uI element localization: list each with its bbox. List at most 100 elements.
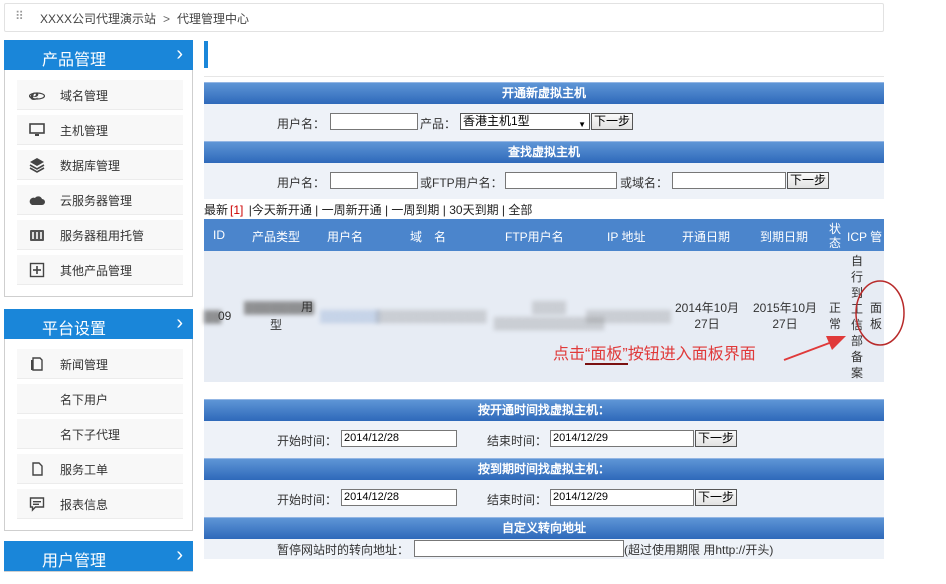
- filter-all[interactable]: | 全部: [502, 203, 532, 217]
- plus-square-icon: [29, 262, 45, 278]
- chevron-right-icon: ›: [176, 312, 183, 334]
- section-title: 用户管理: [42, 553, 107, 570]
- sidebar-item-databases[interactable]: 数据库管理: [17, 150, 183, 180]
- filter-today[interactable]: |今天新开通: [249, 203, 312, 217]
- breadcrumb-separator: >: [163, 12, 171, 26]
- breadcrumb-bar: ⠿ XXXX公司代理演示站 > 代理管理中心: [4, 3, 884, 32]
- cell-product-line2: 型: [270, 318, 283, 332]
- sidebar-item-label: 其他产品管理: [60, 264, 133, 278]
- section-title: 平台设置: [42, 321, 107, 338]
- sidebar-item-reports[interactable]: 报表信息: [17, 489, 183, 519]
- filter-count: [1]: [230, 203, 244, 217]
- sidebar-section-users: 用户管理 ›: [4, 541, 193, 572]
- sidebar-section-platform: 平台设置 › 新闻管理 名下用户 名下子代理 服务工单 报表信息: [4, 309, 193, 531]
- username-label: 用户名：: [277, 117, 326, 131]
- new-host-next-button[interactable]: 下一步: [591, 113, 634, 130]
- grid-icon: ⠿: [15, 9, 24, 23]
- redirect-header: 自定义转向地址: [204, 517, 884, 539]
- start-label: 开始时间：: [277, 434, 338, 448]
- filter-30days[interactable]: | 30天到期: [443, 203, 499, 217]
- sidebar-item-label: 服务器租用托管: [60, 229, 145, 243]
- sidebar-item-tickets[interactable]: 服务工单: [17, 454, 183, 484]
- open-end-input[interactable]: 2014/12/29: [550, 430, 694, 447]
- col-open-date: 开通日期: [682, 230, 731, 244]
- breadcrumb-site[interactable]: XXXX公司代理演示站: [40, 12, 156, 26]
- cell-domain-blur: ▒▒▒▒▒▒▒▒▒▒▒▒▒: [376, 309, 487, 323]
- open-time-search-row: 开始时间： 2014/12/28 结束时间： 2014/12/29 下一步: [204, 421, 884, 458]
- expire-start-input[interactable]: 2014/12/28: [341, 489, 457, 506]
- filter-links: 最新 [1] |今天新开通 | 一周新开通 | 一周到期 | 30天到期 | 全部: [204, 201, 884, 219]
- annotation-highlight: “面板”: [585, 346, 628, 365]
- ftp-label: 或FTP用户名：: [420, 176, 503, 190]
- username-label: 用户名：: [277, 176, 326, 190]
- col-ip: IP 地址: [607, 230, 646, 244]
- redirect-hint: (超过使用期限 用http://开头): [624, 543, 774, 557]
- document-icon: [31, 357, 43, 371]
- sidebar-item-cloud-servers[interactable]: 云服务器管理: [17, 185, 183, 215]
- cell-open-date: 2014年10月27日: [674, 301, 740, 331]
- cell-username-blur[interactable]: ▒▒▒▒▒▒▒: [320, 308, 380, 324]
- filter-week-expire[interactable]: | 一周到期: [385, 203, 439, 217]
- find-username-input[interactable]: [330, 172, 418, 189]
- end-label: 结束时间：: [487, 434, 548, 448]
- redirect-url-input[interactable]: [414, 540, 624, 557]
- sidebar-item-label: 报表信息: [60, 498, 109, 512]
- cell-id: 09: [218, 309, 232, 323]
- new-host-header: 开通新虚拟主机: [204, 82, 884, 104]
- sidebar-item-hosts[interactable]: 主机管理: [17, 115, 183, 145]
- open-time-next-button[interactable]: 下一步: [695, 430, 738, 447]
- new-host-row: 用户名： 产品： 香港主机1型 ▼ 下一步: [204, 104, 884, 141]
- annotation-suffix: 按钮进入面板界面: [627, 346, 756, 363]
- comment-icon: [29, 497, 45, 512]
- sidebar-item-other-products[interactable]: 其他产品管理: [17, 255, 183, 285]
- sidebar-item-label: 名下用户: [60, 393, 109, 407]
- sidebar-item-label: 数据库管理: [60, 159, 121, 173]
- sidebar-section-products: 产品管理 › e 域名管理 主机管理 数据库管理 云服务器管理 服务器租用托管 …: [4, 40, 193, 297]
- breadcrumb: XXXX公司代理演示站 > 代理管理中心: [40, 10, 249, 27]
- find-host-header: 查找虚拟主机: [204, 141, 884, 163]
- sidebar-item-users[interactable]: 名下用户: [17, 384, 183, 414]
- cell-expire-date: 2015年10月27日: [752, 301, 818, 331]
- chevron-right-icon: ›: [176, 544, 183, 566]
- caret-down-icon: ▼: [578, 120, 586, 129]
- cloud-icon: [29, 196, 45, 205]
- expire-time-search-row: 开始时间： 2014/12/28 结束时间： 2014/12/29 下一步: [204, 480, 884, 517]
- expire-time-next-button[interactable]: 下一步: [695, 489, 738, 506]
- open-start-input[interactable]: 2014/12/28: [341, 430, 457, 447]
- end-label: 结束时间：: [487, 493, 548, 507]
- sidebar-item-label: 云服务器管理: [60, 194, 133, 208]
- sidebar-item-label: 域名管理: [60, 89, 109, 103]
- redirect-label: 暂停网站时的转向地址：: [277, 543, 410, 557]
- find-host-next-button[interactable]: 下一步: [787, 172, 830, 189]
- domain-label: 或域名：: [620, 176, 669, 190]
- sidebar-section-platform-header[interactable]: 平台设置 ›: [4, 309, 193, 339]
- find-domain-input[interactable]: [672, 172, 786, 189]
- sidebar-item-server-rental[interactable]: 服务器租用托管: [17, 220, 183, 250]
- filter-latest[interactable]: 最新: [204, 203, 228, 217]
- col-expire-date: 到期日期: [760, 230, 809, 244]
- sidebar-section-users-header[interactable]: 用户管理 ›: [4, 541, 193, 571]
- col-ftp-username: FTP用户名: [505, 230, 564, 244]
- svg-text:e: e: [30, 88, 39, 103]
- file-icon: [32, 462, 43, 476]
- filter-week-new[interactable]: | 一周新开通: [315, 203, 381, 217]
- open-time-search-header: 按开通时间找虚拟主机：: [204, 399, 884, 421]
- sidebar-item-domains[interactable]: e 域名管理: [17, 80, 183, 110]
- product-select[interactable]: 香港主机1型 ▼: [460, 113, 590, 130]
- panel-button[interactable]: 面板: [869, 300, 883, 332]
- divider: [204, 76, 884, 77]
- server-icon: [30, 230, 44, 241]
- sidebar-item-news[interactable]: 新闻管理: [17, 349, 183, 379]
- find-ftp-input[interactable]: [505, 172, 617, 189]
- annotation-text: 点击“面板”按钮进入面板界面: [553, 344, 793, 366]
- cell-status: 正常: [828, 301, 841, 331]
- sidebar-section-products-header[interactable]: 产品管理 ›: [4, 40, 193, 70]
- cell-product-suffix: 用: [301, 300, 314, 314]
- sidebar-item-sub-agents[interactable]: 名下子代理: [17, 419, 183, 449]
- new-host-username-input[interactable]: [330, 113, 418, 130]
- title-accent-bar: [204, 41, 208, 68]
- expire-end-input[interactable]: 2014/12/29: [550, 489, 694, 506]
- chevron-right-icon: ›: [176, 43, 183, 65]
- layers-icon: [29, 158, 45, 173]
